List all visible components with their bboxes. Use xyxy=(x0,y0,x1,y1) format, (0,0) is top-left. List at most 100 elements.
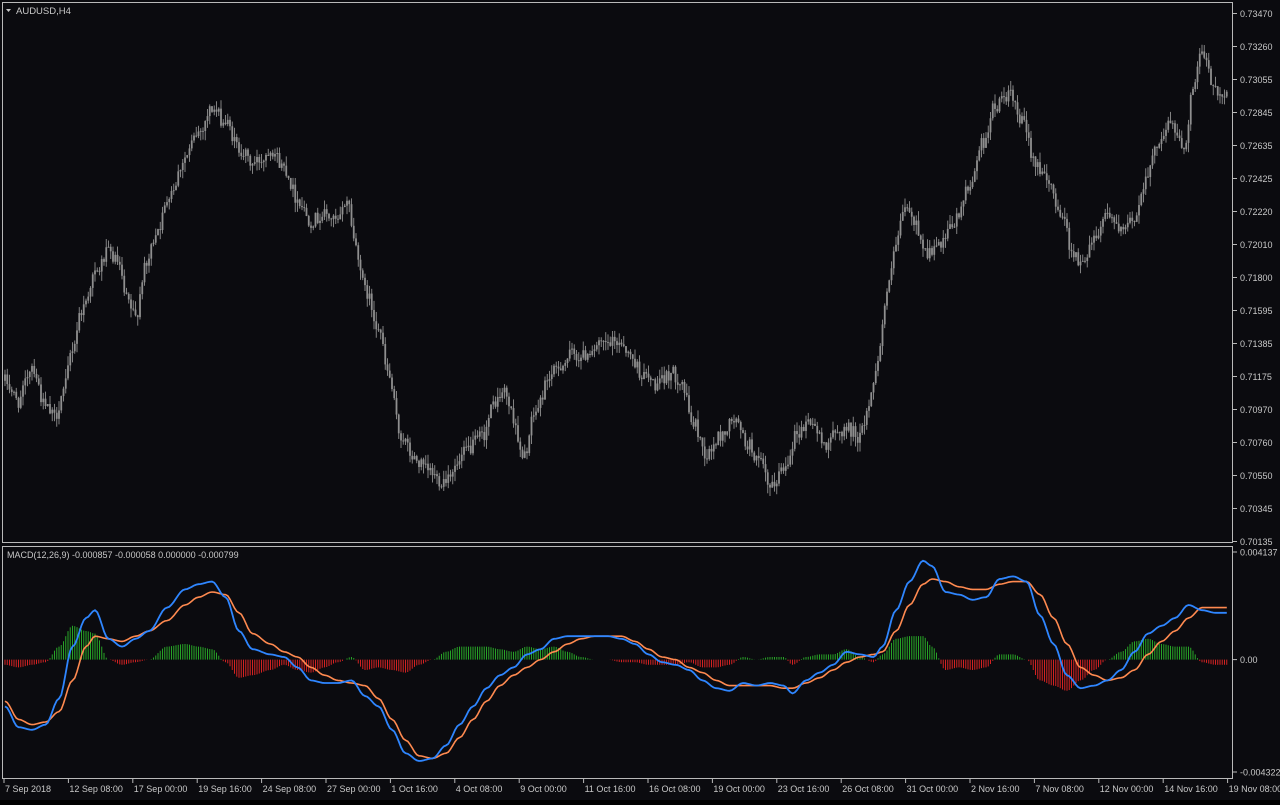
candle-body xyxy=(841,431,843,437)
price-tick-label: 0.73260 xyxy=(1240,42,1273,52)
time-tick-label: 19 Nov 08:00 xyxy=(1229,784,1280,794)
candle-body xyxy=(996,108,999,112)
candle-body xyxy=(652,379,654,381)
candle-body xyxy=(1077,252,1080,266)
candle-body xyxy=(474,435,477,440)
candle-body xyxy=(1216,86,1219,96)
candle-body xyxy=(361,270,364,278)
candle-body xyxy=(526,451,528,454)
candle-body xyxy=(751,439,753,453)
candle-body xyxy=(924,248,927,250)
candle-body xyxy=(712,444,715,452)
candle-body xyxy=(37,378,40,385)
candle-body xyxy=(721,431,724,441)
candle-body xyxy=(834,430,837,433)
candle-body xyxy=(609,342,612,346)
candle-body xyxy=(226,119,229,125)
candle-body xyxy=(622,344,625,347)
candle-body xyxy=(1070,249,1073,252)
candle-body xyxy=(1032,156,1035,158)
candle-body xyxy=(413,456,416,460)
candle-body xyxy=(769,484,771,488)
candle-body xyxy=(229,119,231,127)
candle-body xyxy=(1207,60,1210,69)
time-tick-label: 19 Oct 00:00 xyxy=(713,784,765,794)
candle-body xyxy=(1025,119,1028,133)
candle-body xyxy=(607,342,609,344)
candle-body xyxy=(958,213,960,218)
candle-body xyxy=(463,446,465,455)
candle-body xyxy=(611,336,614,346)
candle-body xyxy=(280,163,283,168)
candle-body xyxy=(143,262,146,283)
candle-body xyxy=(80,313,83,316)
candle-body xyxy=(739,422,742,431)
candle-body xyxy=(1201,51,1203,54)
candle-body xyxy=(508,396,510,407)
candle-body xyxy=(1012,89,1014,101)
candle-body xyxy=(199,130,202,132)
time-tick-label: 26 Oct 08:00 xyxy=(842,784,894,794)
macd-indicator-label[interactable]: MACD(12,26,9) -0.000857 -0.000058 0.0000… xyxy=(7,550,239,560)
candle-body xyxy=(377,329,380,331)
candle-body xyxy=(112,251,114,262)
candle-body xyxy=(955,213,958,227)
candle-body xyxy=(33,366,36,374)
candle-body xyxy=(1111,217,1113,219)
candle-body xyxy=(559,368,562,371)
candle-body xyxy=(373,309,375,322)
candle-body xyxy=(528,435,531,454)
candle-body xyxy=(388,370,391,378)
candle-body xyxy=(1165,129,1167,136)
candle-body xyxy=(733,421,735,423)
candle-body xyxy=(256,157,258,163)
candle-body xyxy=(492,401,495,405)
candle-body xyxy=(483,432,486,441)
symbol-title[interactable]: AUDUSD,H4 xyxy=(6,6,71,17)
candle-body xyxy=(928,248,931,259)
candle-body xyxy=(940,242,942,248)
price-tick-label: 0.70345 xyxy=(1240,504,1273,514)
candle-body xyxy=(532,415,535,417)
candle-body xyxy=(208,106,211,117)
candle-body xyxy=(931,248,933,255)
candle-body xyxy=(856,436,859,443)
candle-body xyxy=(384,344,387,365)
candle-body xyxy=(809,419,812,425)
candle-body xyxy=(409,442,411,456)
candle-body xyxy=(989,118,992,133)
price-chart[interactable]: 0.73470 0.73260 0.73055 0.72845 0.72635 0.724… xyxy=(0,0,1280,800)
candle-body xyxy=(672,366,675,373)
candle-body xyxy=(1198,53,1201,67)
candle-body xyxy=(449,474,452,477)
time-tick-label: 2 Nov 16:00 xyxy=(971,784,1020,794)
candle-body xyxy=(472,439,474,454)
candle-body xyxy=(557,366,560,369)
candle-body xyxy=(494,401,497,407)
candle-body xyxy=(1059,209,1062,217)
candle-body xyxy=(991,103,994,119)
candle-body xyxy=(667,371,670,381)
candle-body xyxy=(132,308,135,310)
candle-body xyxy=(87,296,90,301)
candle-body xyxy=(892,251,895,269)
candle-body xyxy=(456,464,459,466)
candle-body xyxy=(400,433,402,441)
candle-body xyxy=(791,448,794,456)
candle-body xyxy=(1054,193,1057,207)
candle-body xyxy=(339,214,342,220)
candle-body xyxy=(1185,142,1188,150)
candle-body xyxy=(357,245,360,260)
candle-body xyxy=(852,426,855,437)
candle-body xyxy=(1099,226,1102,236)
candle-body xyxy=(692,422,695,427)
candle-body xyxy=(1113,217,1116,223)
candle-body xyxy=(1041,171,1044,174)
candle-body xyxy=(962,200,965,207)
candle-body xyxy=(1090,242,1093,245)
candle-body xyxy=(148,258,150,266)
candle-body xyxy=(798,434,801,438)
candle-body xyxy=(985,137,987,148)
candle-body xyxy=(355,238,357,246)
candle-body xyxy=(481,431,483,433)
